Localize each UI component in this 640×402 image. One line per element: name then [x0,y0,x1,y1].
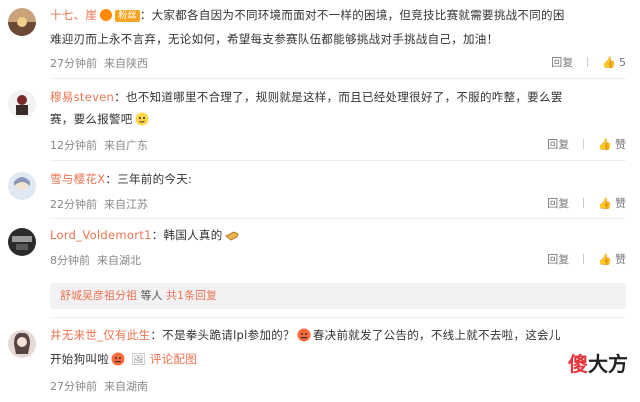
comment-text: 十七、崖 粉丝 ：大家都各自因为不同环境而面对不一样的困境，但竞技比赛就需要挑战不同… [50,8,565,22]
like-button[interactable]: 👍 赞 [598,195,626,211]
comment-meta: 22分钟前 来自江苏 [50,198,148,211]
comment-text-cont: 开始狗叫啦 🖼 评论配图 [50,351,198,366]
avatar[interactable] [8,90,36,118]
vip-badge-icon [100,9,113,21]
divider [50,78,626,79]
divider [50,160,626,161]
sub-reply-count-link[interactable]: 共1条回复 [166,289,217,302]
comment-meta: 27分钟前 来自陕西 [50,57,148,70]
comment-text: 穆易steven：也不知道哪里不合理了，规则就是这样，而且已经处理很好了，不服的… [50,90,563,104]
thumbs-up-icon: 👍 [598,252,612,266]
divider [587,57,589,67]
comment-text-cont: 难迎刃而上永不言弃，无论如何，希望每支参赛队伍都能够挑战对手挑战自己，加油！ [50,32,499,46]
watermark: 傻大方 [568,352,628,376]
reply-button[interactable]: 回复 [551,54,573,70]
username-link[interactable]: 雪与樱花X [50,172,105,186]
username-link[interactable]: 十七、崖 [50,8,97,22]
image-icon: 🖼 [130,352,146,366]
thumbs-up-icon: 👍 [602,55,616,69]
avatar[interactable] [8,330,36,358]
angry-emoji-icon [297,327,311,342]
avatar[interactable] [8,172,36,200]
like-button[interactable]: 👍 赞 [598,251,626,267]
smirk-emoji-icon [135,111,149,126]
divider [583,254,585,264]
sub-reply-user[interactable]: 舒城吴彦祖分祖 [60,289,137,302]
avatar-anime-icon [8,172,36,200]
comment-text: 井无来世_仅有此生：不是拳头跪请lpl参加的？ 春决前就发了公告的，不线上就不去啦… [50,327,561,342]
comment-actions: 回复 👍 赞 [547,195,626,211]
fan-badge: 粉丝 [115,10,140,22]
divider [583,139,585,149]
sub-reply-bar[interactable]: 舒城吴彦祖分祖 等人 共1条回复 [50,283,626,309]
angry-emoji-icon [111,351,125,366]
avatar[interactable] [8,228,36,256]
comment-actions: 回复 👍 赞 [547,251,626,267]
comment-actions: 回复 👍 赞 [547,136,626,152]
comment-meta: 12分钟前 来自广东 [50,139,148,152]
avatar[interactable] [8,8,36,36]
comment-text: Lord_Voldemort1：韩国人真的 [50,224,626,246]
like-button[interactable]: 👍 赞 [598,136,626,152]
username-link[interactable]: 井无来世_仅有此生 [50,328,150,342]
review-image-link[interactable]: 评论配图 [150,352,197,366]
username-link[interactable]: Lord_Voldemort1 [50,228,152,242]
reply-button[interactable]: 回复 [547,136,569,152]
avatar-figure-icon [8,90,36,118]
avatar-dark-icon [8,228,36,256]
like-button[interactable]: 👍 5 [602,56,626,69]
comment-meta: 8分钟前 来自湖北 [50,254,141,267]
comment-text: 雪与樱花X：三年前的今天: [50,172,193,186]
avatar-girl-icon [8,330,36,358]
reply-button[interactable]: 回复 [547,251,569,267]
divider [583,198,585,208]
username-link[interactable]: 穆易steven [50,90,114,104]
comment-actions: 回复 👍 5 [551,54,626,70]
avatar-sunset-icon [8,8,36,36]
thumbs-up-icon: 👍 [598,137,612,151]
comment-meta: 27分钟前 来自湖南 [50,380,148,393]
pointing-hand-icon [224,227,239,241]
comment-text-cont: 赛，要么报警吧 [50,108,626,130]
divider [50,317,626,318]
reply-button[interactable]: 回复 [547,195,569,211]
divider [50,218,626,219]
thumbs-up-icon: 👍 [598,196,612,210]
